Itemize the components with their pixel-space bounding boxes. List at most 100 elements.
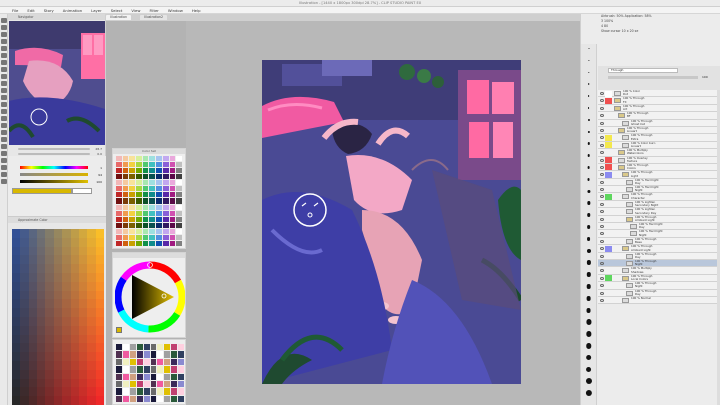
approximate-color-cell[interactable]: [62, 343, 71, 353]
eye-icon[interactable]: [600, 188, 604, 192]
approximate-color-cell[interactable]: [37, 396, 46, 405]
color-set-swatch[interactable]: [129, 228, 136, 234]
approximate-color-cell[interactable]: [62, 325, 71, 335]
brush-size-dot[interactable]: [587, 107, 590, 109]
approximate-color-cell[interactable]: [53, 290, 63, 300]
color-history-swatch[interactable]: [116, 358, 122, 366]
approximate-color-cell[interactable]: [78, 255, 88, 265]
approximate-color-cell[interactable]: [37, 361, 46, 370]
color-set-swatch[interactable]: [149, 162, 156, 168]
approximate-color-cell[interactable]: [95, 273, 104, 282]
tool-icon-22[interactable]: [1, 172, 7, 177]
layer-row[interactable]: 100 % Multiply Watercolors: [598, 148, 719, 157]
color-set-swatch[interactable]: [136, 240, 142, 246]
menu-item-layer[interactable]: Layer: [91, 8, 102, 13]
approximate-color-cell[interactable]: [45, 281, 54, 291]
color-set-swatch[interactable]: [136, 186, 142, 192]
approximate-color-cell[interactable]: [12, 299, 21, 309]
approximate-color-cell[interactable]: [78, 290, 88, 300]
approximate-color-cell[interactable]: [53, 317, 63, 326]
color-history-swatch[interactable]: [157, 388, 164, 395]
brush-size-dot[interactable]: [585, 378, 592, 385]
approximate-color-cell[interactable]: [20, 317, 29, 326]
color-history-swatch[interactable]: [178, 388, 184, 395]
color-history-swatch[interactable]: [157, 380, 164, 388]
eye-icon[interactable]: [600, 298, 604, 302]
approximate-color-cell[interactable]: [70, 299, 79, 309]
color-set-swatch[interactable]: [156, 174, 162, 180]
approximate-color-cell[interactable]: [37, 334, 46, 344]
approximate-color-cell[interactable]: [37, 325, 46, 335]
color-set-swatch[interactable]: [156, 204, 162, 210]
approximate-color-cell[interactable]: [70, 369, 79, 379]
approximate-color-cell[interactable]: [95, 229, 104, 238]
color-history-swatch[interactable]: [143, 380, 150, 388]
approximate-color-cell[interactable]: [28, 246, 38, 256]
color-set-swatch[interactable]: [122, 234, 129, 240]
color-set-swatch[interactable]: [116, 174, 122, 180]
color-set-swatch[interactable]: [136, 168, 142, 174]
tool-icon-20[interactable]: [1, 158, 7, 163]
approximate-color-cell[interactable]: [45, 290, 54, 300]
approximate-color-cell[interactable]: [20, 229, 29, 238]
approximate-color-cell[interactable]: [70, 229, 79, 238]
color-set-swatch[interactable]: [142, 204, 149, 210]
color-set-swatch[interactable]: [136, 234, 142, 240]
color-history-swatch[interactable]: [164, 373, 171, 380]
approximate-color-cell[interactable]: [53, 343, 63, 353]
color-set-swatch[interactable]: [116, 222, 122, 228]
brush-size-dot[interactable]: [587, 118, 590, 121]
brush-size-dot[interactable]: [586, 236, 591, 241]
approximate-color-cell[interactable]: [78, 325, 88, 335]
doc-tab-illustration[interactable]: Illustration: [106, 15, 132, 20]
tool-icon-17[interactable]: [1, 137, 7, 142]
approximate-color-cell[interactable]: [87, 325, 96, 335]
color-set-swatch[interactable]: [162, 240, 169, 246]
eye-icon[interactable]: [600, 195, 604, 199]
zoom-slider[interactable]: 28.7: [12, 147, 102, 151]
approximate-color-cell[interactable]: [53, 378, 63, 388]
eye-icon[interactable]: [600, 173, 604, 177]
approximate-color-cell[interactable]: [12, 325, 21, 335]
approximate-color-cell[interactable]: [95, 246, 104, 256]
color-history-swatch[interactable]: [157, 344, 164, 351]
approximate-color-cell[interactable]: [62, 255, 71, 265]
approximate-color-cell[interactable]: [28, 325, 38, 335]
approximate-color-cell[interactable]: [87, 229, 96, 238]
approximate-color-cell[interactable]: [45, 352, 54, 361]
color-set-swatch[interactable]: [142, 180, 149, 186]
color-history-swatch[interactable]: [150, 373, 157, 380]
color-history-swatch[interactable]: [129, 351, 136, 358]
color-set-swatch[interactable]: [142, 168, 149, 174]
brush-size-dot[interactable]: [587, 166, 590, 169]
eye-icon[interactable]: [600, 284, 604, 288]
approximate-color-cell[interactable]: [70, 281, 79, 291]
menu-item-filter[interactable]: Filter: [149, 8, 158, 13]
color-set-swatch[interactable]: [129, 240, 136, 246]
layer-row[interactable]: 100 % Color burn Lineart: [598, 141, 719, 150]
brush-size-dot[interactable]: [586, 201, 591, 205]
tool-icon-4[interactable]: [1, 46, 7, 51]
eye-icon[interactable]: [600, 121, 604, 125]
approximate-color-cell[interactable]: [53, 308, 63, 317]
eye-icon[interactable]: [600, 136, 604, 140]
tool-icon-3[interactable]: [1, 39, 7, 44]
approximate-color-cell[interactable]: [62, 229, 71, 238]
approximate-color-cell[interactable]: [87, 246, 96, 256]
brush-size-dot[interactable]: [586, 307, 591, 313]
eye-icon[interactable]: [600, 92, 604, 95]
approximate-color-cell[interactable]: [87, 387, 96, 397]
layer-row[interactable]: 100 % Through Ghost Cat: [598, 119, 719, 127]
color-set-swatch[interactable]: [149, 234, 156, 240]
approximate-color-cell[interactable]: [87, 317, 96, 326]
color-set-swatch[interactable]: [176, 216, 182, 222]
approximate-color-cell[interactable]: [45, 264, 54, 273]
color-history-swatch[interactable]: [178, 344, 184, 351]
color-set-swatch[interactable]: [149, 156, 156, 162]
approximate-color-cell[interactable]: [28, 352, 38, 361]
approximate-color-cell[interactable]: [78, 281, 88, 291]
approximate-color-cell[interactable]: [87, 299, 96, 309]
color-set-swatch[interactable]: [169, 192, 176, 198]
approximate-color-cell[interactable]: [95, 317, 104, 326]
approximate-color-cell[interactable]: [37, 343, 46, 353]
